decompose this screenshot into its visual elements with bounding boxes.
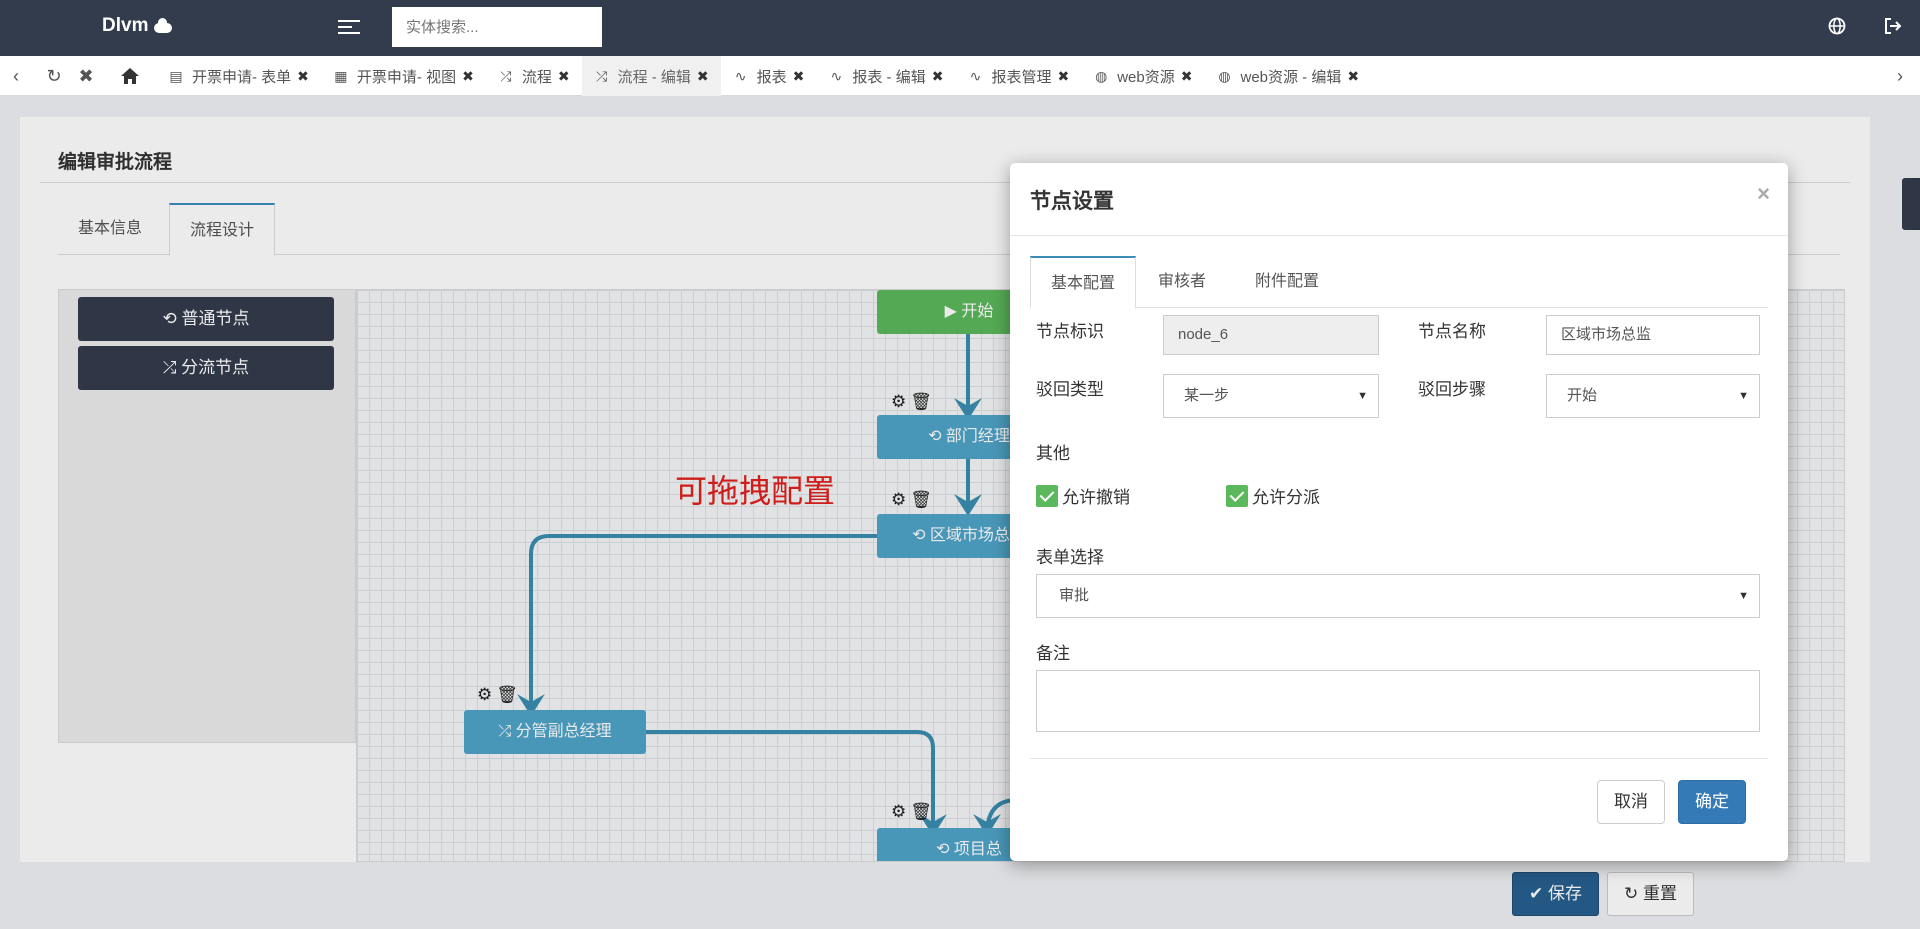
tab-close-icon[interactable]: ✖ — [1057, 68, 1069, 85]
tab-label: 报表管理 — [991, 68, 1052, 86]
tab-web-resource[interactable]: ◍ web资源 ✖ — [1081, 56, 1204, 96]
tab-close-icon[interactable]: ✖ — [1181, 68, 1193, 85]
chevron-down-icon: ▼ — [1738, 390, 1749, 402]
globe-icon: ◍ — [1218, 67, 1231, 84]
tab-label: 流程 — [521, 68, 552, 86]
cloud-icon — [154, 18, 173, 33]
form-select[interactable]: 审批 ▼ — [1036, 574, 1760, 618]
tab-close-icon[interactable]: ✖ — [297, 68, 309, 85]
pulse-icon: ∿ — [969, 67, 982, 84]
checkbox-checked-icon — [1036, 484, 1058, 507]
pulse-icon: ∿ — [830, 67, 843, 84]
tab-reviewers[interactable]: 审核者 — [1138, 256, 1226, 308]
tab-label: 流程 - 编辑 — [617, 68, 691, 86]
tab-strip: ‹ ↻ ✖ ▤ 开票申请- 表单 ✖ ▦ 开票申请- 视图 ✖ ⤮ 流程 ✖ ⤮… — [0, 56, 1920, 96]
select-value: 开始 — [1567, 387, 1598, 404]
tab-invoice-view[interactable]: ▦ 开票申请- 视图 ✖ — [321, 56, 486, 96]
tab-basic-config[interactable]: 基本配置 — [1030, 256, 1137, 309]
modal-title: 节点设置 — [1030, 190, 1114, 213]
divider — [1010, 235, 1788, 236]
reject-step-select[interactable]: 开始 ▼ — [1546, 374, 1760, 418]
other-label: 其他 — [1036, 444, 1070, 463]
tab-label: web资源 — [1117, 68, 1175, 86]
tab-close-icon[interactable]: ✖ — [697, 68, 709, 85]
logout-icon[interactable] — [1883, 16, 1903, 36]
divider — [1030, 758, 1768, 759]
close-all-icon[interactable]: ✖ — [76, 66, 96, 86]
tab-flow[interactable]: ⤮ 流程 ✖ — [486, 56, 582, 96]
tab-report-manage[interactable]: ∿ 报表管理 ✖ — [955, 56, 1081, 96]
checkbox-label: 允许分派 — [1252, 488, 1320, 507]
checkbox-label: 允许撤销 — [1062, 488, 1130, 507]
brand-name: Dlvm — [102, 15, 149, 36]
tab-scroll-left-icon[interactable]: ‹ — [6, 66, 26, 86]
tab-label: 开票申请- 视图 — [356, 68, 457, 86]
tab-close-icon[interactable]: ✖ — [793, 68, 805, 85]
chevron-down-icon: ▼ — [1357, 390, 1368, 402]
globe-icon[interactable] — [1827, 16, 1847, 36]
chevron-down-icon: ▼ — [1738, 590, 1749, 602]
form-icon: ▤ — [169, 67, 183, 84]
tab-scroll-right-icon[interactable]: › — [1890, 66, 1910, 86]
open-tabs: ▤ 开票申请- 表单 ✖ ▦ 开票申请- 视图 ✖ ⤮ 流程 ✖ ⤮ 流程 - … — [112, 56, 1371, 96]
close-icon[interactable]: × — [1757, 181, 1770, 207]
node-name-field[interactable]: 区域市场总监 — [1546, 315, 1760, 355]
brand-logo[interactable]: Dlvm — [102, 15, 173, 37]
refresh-icon[interactable]: ↻ — [44, 66, 64, 86]
cancel-button[interactable]: 取消 — [1597, 780, 1665, 824]
tab-report[interactable]: ∿ 报表 ✖ — [721, 56, 817, 96]
tab-web-resource-edit[interactable]: ◍ web资源 - 编辑 ✖ — [1204, 56, 1371, 96]
entity-search-input[interactable] — [392, 7, 602, 47]
tab-report-edit[interactable]: ∿ 报表 - 编辑 ✖ — [816, 56, 955, 96]
form-select-label: 表单选择 — [1036, 548, 1104, 567]
tab-label: web资源 - 编辑 — [1240, 68, 1342, 86]
reject-step-label: 驳回步骤 — [1418, 380, 1486, 399]
sidebar-toggle-icon[interactable] — [338, 16, 360, 38]
pulse-icon: ∿ — [734, 67, 747, 84]
remark-label: 备注 — [1036, 644, 1070, 663]
checkbox-checked-icon — [1226, 484, 1248, 507]
shuffle-icon: ⤮ — [595, 67, 608, 84]
view-icon: ▦ — [334, 67, 348, 84]
confirm-button[interactable]: 确定 — [1678, 780, 1746, 824]
tab-label: 报表 - 编辑 — [852, 68, 926, 86]
allow-assign-checkbox[interactable]: 允许分派 — [1226, 483, 1320, 508]
node-id-label: 节点标识 — [1036, 322, 1104, 341]
tab-flow-edit[interactable]: ⤮ 流程 - 编辑 ✖ — [581, 56, 721, 96]
globe-icon: ◍ — [1095, 67, 1108, 84]
tab-close-icon[interactable]: ✖ — [932, 68, 944, 85]
select-value: 审批 — [1059, 587, 1090, 604]
top-navbar: Dlvm — [0, 0, 1920, 56]
node-id-field[interactable]: node_6 — [1163, 315, 1379, 355]
shuffle-icon: ⤮ — [500, 67, 512, 84]
modal-tabs: 基本配置 审核者 附件配置 — [1030, 256, 1768, 309]
allow-revoke-checkbox[interactable]: 允许撤销 — [1036, 483, 1130, 508]
tab-attachment-config[interactable]: 附件配置 — [1235, 256, 1339, 308]
reject-type-select[interactable]: 某一步 ▼ — [1163, 374, 1379, 418]
tab-label: 报表 — [756, 68, 787, 86]
tab-close-icon[interactable]: ✖ — [462, 68, 474, 85]
tab-close-icon[interactable]: ✖ — [1347, 68, 1359, 85]
reject-type-label: 驳回类型 — [1036, 380, 1104, 399]
tab-label: 开票申请- 表单 — [192, 68, 292, 86]
select-value: 某一步 — [1184, 387, 1230, 404]
tab-close-icon[interactable]: ✖ — [558, 68, 570, 85]
remark-textarea[interactable] — [1036, 670, 1760, 732]
tab-invoice-form[interactable]: ▤ 开票申请- 表单 ✖ — [152, 56, 321, 96]
node-name-label: 节点名称 — [1418, 322, 1486, 341]
node-settings-modal: 节点设置 × 基本配置 审核者 附件配置 节点标识 node_6 节点名称 区域… — [1010, 163, 1788, 861]
